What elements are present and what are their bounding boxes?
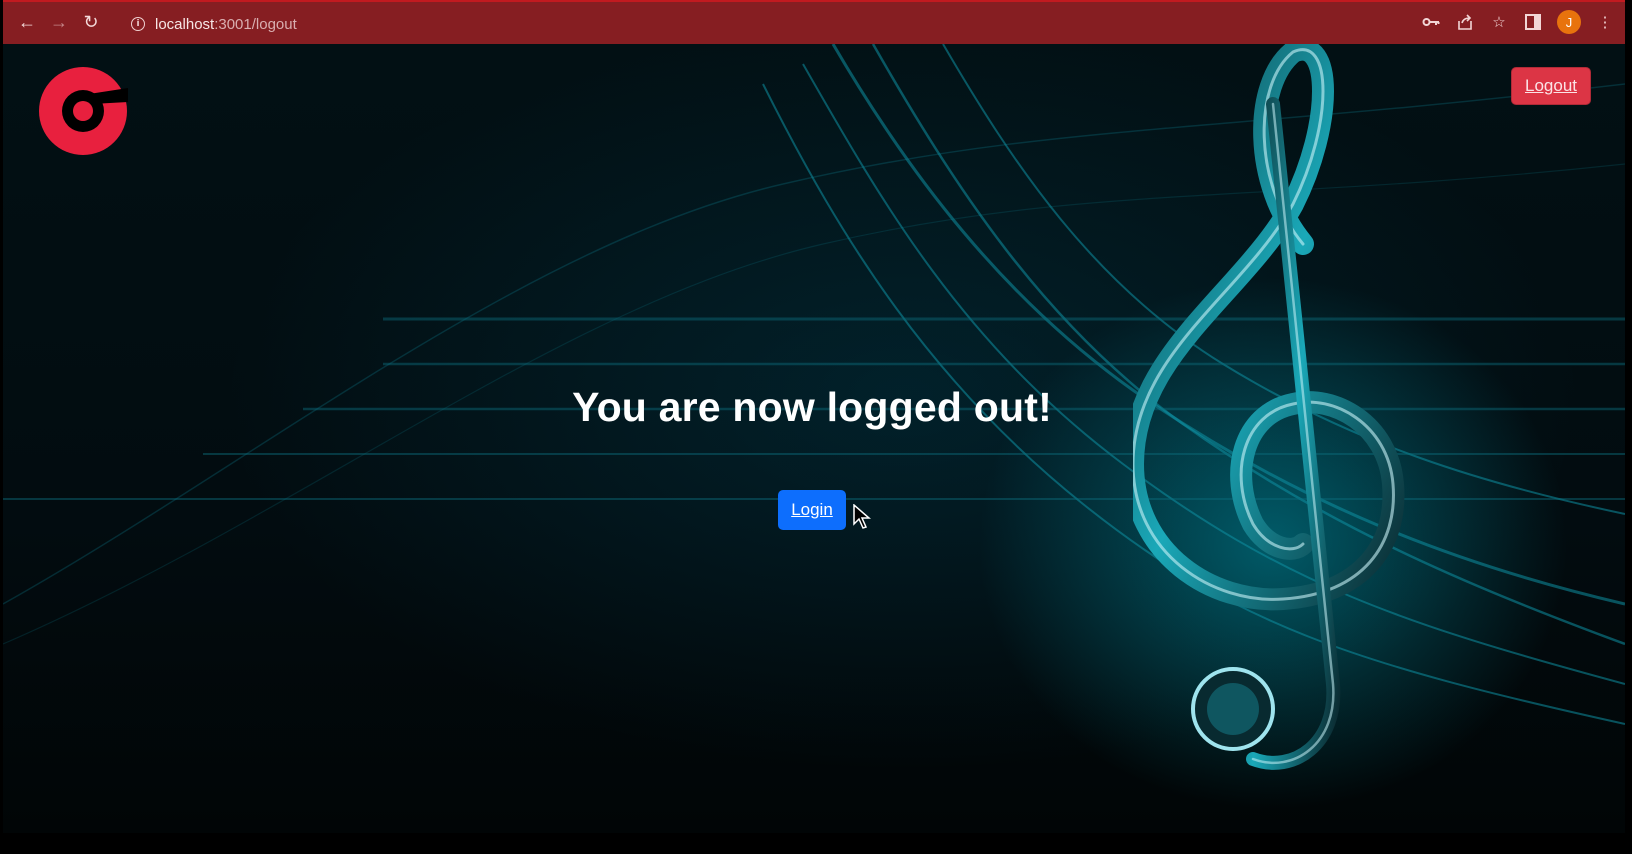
address-bar[interactable]: i localhost:3001/logout [121,9,1431,39]
app-logo[interactable] [38,66,128,156]
bottom-edge [0,833,1632,854]
url-path: :3001/logout [214,15,297,33]
browser-toolbar: ← → ↻ i localhost:3001/logout ☆ J ⋮ [3,0,1625,44]
star-icon[interactable]: ☆ [1489,12,1509,32]
side-panel-icon[interactable] [1523,12,1543,32]
login-button[interactable]: Login [778,490,846,530]
forward-icon[interactable]: → [47,10,71,34]
url-host: localhost [155,15,215,33]
logout-button[interactable]: Logout [1511,67,1591,105]
toolbar-actions: ☆ J ⋮ [1421,10,1615,34]
back-icon[interactable]: ← [15,10,39,34]
mouse-cursor-icon [853,504,871,529]
profile-avatar[interactable]: J [1557,10,1581,34]
key-icon[interactable] [1421,12,1441,32]
page-title: You are now logged out! [572,384,1052,430]
url-text: localhost:3001/logout [155,16,297,33]
share-icon[interactable] [1455,12,1475,32]
page-viewport: Logout You are now logged out! Login [3,44,1625,833]
more-icon[interactable]: ⋮ [1595,12,1615,32]
reload-icon[interactable]: ↻ [79,10,103,34]
info-icon[interactable]: i [131,17,145,31]
